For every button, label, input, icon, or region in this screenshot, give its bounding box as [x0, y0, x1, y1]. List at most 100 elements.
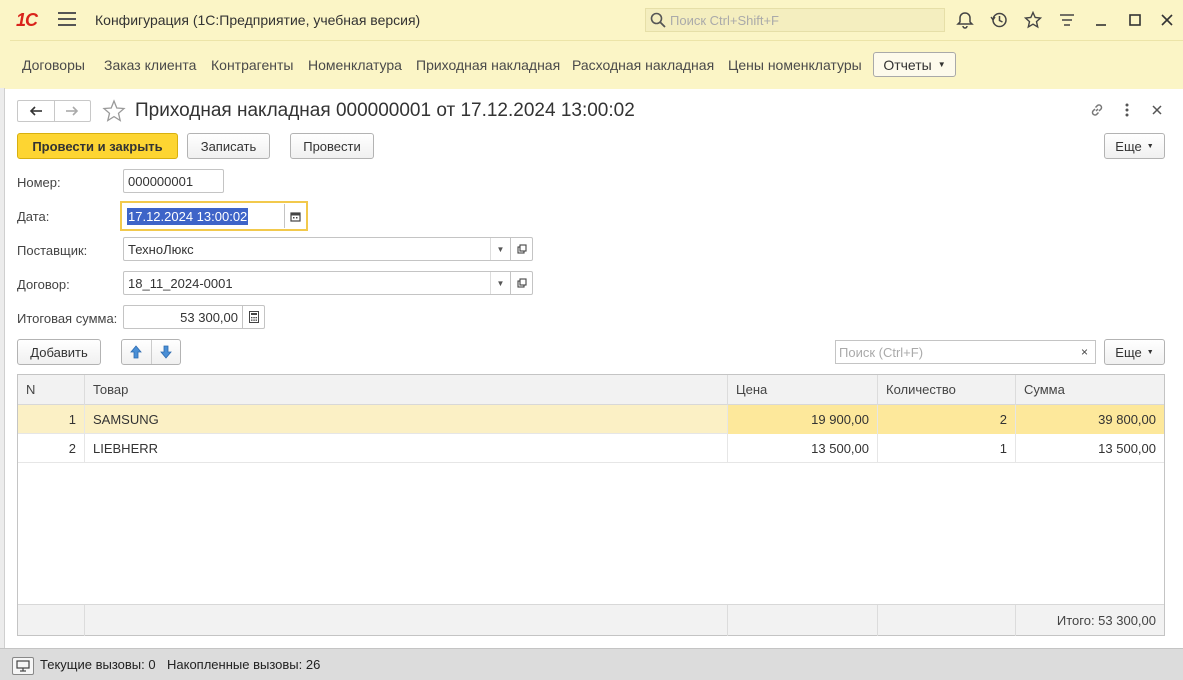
contract-label: Договор:: [17, 277, 70, 292]
goods-table: N Товар Цена Количество Сумма 1 SAMSUNG …: [17, 374, 1165, 636]
bell-icon[interactable]: [955, 10, 975, 30]
footer-total: Итого: 53 300,00: [1056, 613, 1156, 628]
chevron-down-icon: ▼: [937, 60, 946, 69]
save-button[interactable]: Записать: [187, 133, 270, 159]
footer-cell: [85, 605, 728, 636]
close-form-icon[interactable]: [1148, 101, 1166, 119]
number-label: Номер:: [17, 175, 61, 190]
post-and-close-button[interactable]: Провести и закрыть: [17, 133, 178, 159]
supplier-value: ТехноЛюкс: [128, 241, 194, 257]
table-search-placeholder: Поиск (Ctrl+F): [839, 344, 924, 360]
column-header-sum[interactable]: Сумма: [1016, 375, 1164, 405]
number-field[interactable]: 000000001: [123, 169, 224, 193]
global-search-input[interactable]: Поиск Ctrl+Shift+F: [645, 8, 945, 32]
settings-menu-icon[interactable]: [1057, 10, 1077, 30]
table-more-button[interactable]: Еще ▼: [1104, 339, 1165, 365]
open-item-icon[interactable]: [510, 272, 532, 294]
cell-n[interactable]: 1: [18, 405, 85, 434]
column-header-price[interactable]: Цена: [728, 375, 878, 405]
cell-price[interactable]: 13 500,00: [728, 434, 878, 463]
add-row-button[interactable]: Добавить: [17, 339, 101, 365]
title-bar: 1С Конфигурация (1С:Предприятие, учебная…: [0, 0, 1183, 40]
section-nomenclature-prices[interactable]: Цены номенклатуры: [728, 57, 862, 73]
table-search-input[interactable]: Поиск (Ctrl+F): [835, 340, 1075, 364]
calendar-icon[interactable]: [284, 204, 306, 228]
favorites-star-icon[interactable]: [1023, 10, 1043, 30]
date-label: Дата:: [17, 209, 50, 224]
cell-sum[interactable]: 13 500,00: [1016, 434, 1164, 463]
search-icon: [650, 12, 666, 28]
global-search-placeholder: Поиск Ctrl+Shift+F: [670, 12, 779, 28]
document-form: Приходная накладная 000000001 от 17.12.2…: [5, 89, 1183, 648]
cell-price[interactable]: 19 900,00: [728, 405, 878, 434]
cell-qty[interactable]: 1: [878, 434, 1016, 463]
footer-cell: [18, 605, 85, 636]
clear-search-icon[interactable]: ×: [1074, 340, 1096, 364]
section-receipt-invoice[interactable]: Приходная накладная: [416, 57, 560, 73]
supplier-field[interactable]: ТехноЛюкс ▼: [123, 237, 533, 261]
form-title: Приходная накладная 000000001 от 17.12.2…: [135, 100, 635, 121]
table-more-label: Еще: [1115, 344, 1142, 360]
total-value: 53 300,00: [180, 309, 238, 325]
date-value: 17.12.2024 13:00:02: [127, 208, 249, 225]
footer-cell: [728, 605, 878, 636]
calculator-icon[interactable]: [242, 306, 264, 328]
table-row[interactable]: 2 LIEBHERR 13 500,00 1 13 500,00: [18, 434, 1164, 463]
reports-label: Отчеты: [883, 56, 932, 73]
contract-field[interactable]: 18_11_2024-0001 ▼: [123, 271, 533, 295]
supplier-label: Поставщик:: [17, 243, 88, 258]
move-buttons: [121, 339, 181, 365]
main-menu-icon[interactable]: [58, 12, 76, 28]
dropdown-arrow-icon[interactable]: ▼: [490, 238, 510, 260]
table-header: N Товар Цена Количество Сумма: [18, 375, 1164, 405]
form-more-button[interactable]: Еще ▼: [1104, 133, 1165, 159]
section-client-order[interactable]: Заказ клиента: [104, 57, 196, 73]
app-logo: 1С: [16, 10, 38, 30]
open-item-icon[interactable]: [510, 238, 532, 260]
total-label: Итоговая сумма:: [17, 311, 118, 326]
column-header-qty[interactable]: Количество: [878, 375, 1016, 405]
status-bar: Текущие вызовы: 0 Накопленные вызовы: 26: [0, 648, 1183, 680]
accumulated-calls: Накопленные вызовы: 26: [167, 657, 321, 672]
cell-n[interactable]: 2: [18, 434, 85, 463]
back-arrow-icon[interactable]: [18, 101, 55, 121]
minimize-icon[interactable]: [1091, 10, 1111, 30]
date-field[interactable]: 17.12.2024 13:00:02: [120, 201, 308, 231]
total-field[interactable]: 53 300,00: [123, 305, 265, 329]
link-icon[interactable]: [1088, 101, 1106, 119]
monitor-icon[interactable]: [12, 657, 34, 675]
table-footer: Итого: 53 300,00: [18, 604, 1164, 636]
history-icon[interactable]: [989, 10, 1009, 30]
section-contracts[interactable]: Договоры: [22, 57, 85, 73]
chevron-down-icon: ▼: [1146, 142, 1154, 150]
maximize-icon[interactable]: [1125, 10, 1145, 30]
column-header-n[interactable]: N: [18, 375, 85, 405]
more-actions-icon[interactable]: [1118, 101, 1136, 119]
reports-button[interactable]: Отчеты ▼: [873, 52, 956, 77]
chevron-down-icon: ▼: [1146, 348, 1154, 356]
move-up-icon[interactable]: [122, 340, 152, 364]
cell-sum[interactable]: 39 800,00: [1016, 405, 1164, 434]
cell-qty[interactable]: 2: [878, 405, 1016, 434]
section-counterparties[interactable]: Контрагенты: [211, 57, 293, 73]
cell-item[interactable]: SAMSUNG: [85, 405, 728, 434]
sections-panel: Договоры Заказ клиента Контрагенты Номен…: [10, 40, 1183, 88]
close-window-icon[interactable]: [1157, 10, 1177, 30]
post-button[interactable]: Провести: [290, 133, 374, 159]
cell-item[interactable]: LIEBHERR: [85, 434, 728, 463]
number-value: 000000001: [128, 173, 194, 189]
favorite-star-icon[interactable]: [102, 99, 126, 126]
contract-value: 18_11_2024-0001: [128, 275, 233, 291]
form-more-label: Еще: [1115, 138, 1142, 154]
move-down-icon[interactable]: [152, 340, 181, 364]
forward-arrow-icon[interactable]: [55, 101, 91, 121]
current-calls: Текущие вызовы: 0: [40, 657, 156, 672]
dropdown-arrow-icon[interactable]: ▼: [490, 272, 510, 294]
column-header-item[interactable]: Товар: [85, 375, 728, 405]
footer-cell: [878, 605, 1016, 636]
section-expense-invoice[interactable]: Расходная накладная: [572, 57, 714, 73]
table-row[interactable]: 1 SAMSUNG 19 900,00 2 39 800,00: [18, 405, 1164, 434]
app-title: Конфигурация (1С:Предприятие, учебная ве…: [95, 12, 421, 28]
navigation-buttons: [17, 100, 91, 122]
section-nomenclature[interactable]: Номенклатура: [308, 57, 402, 73]
